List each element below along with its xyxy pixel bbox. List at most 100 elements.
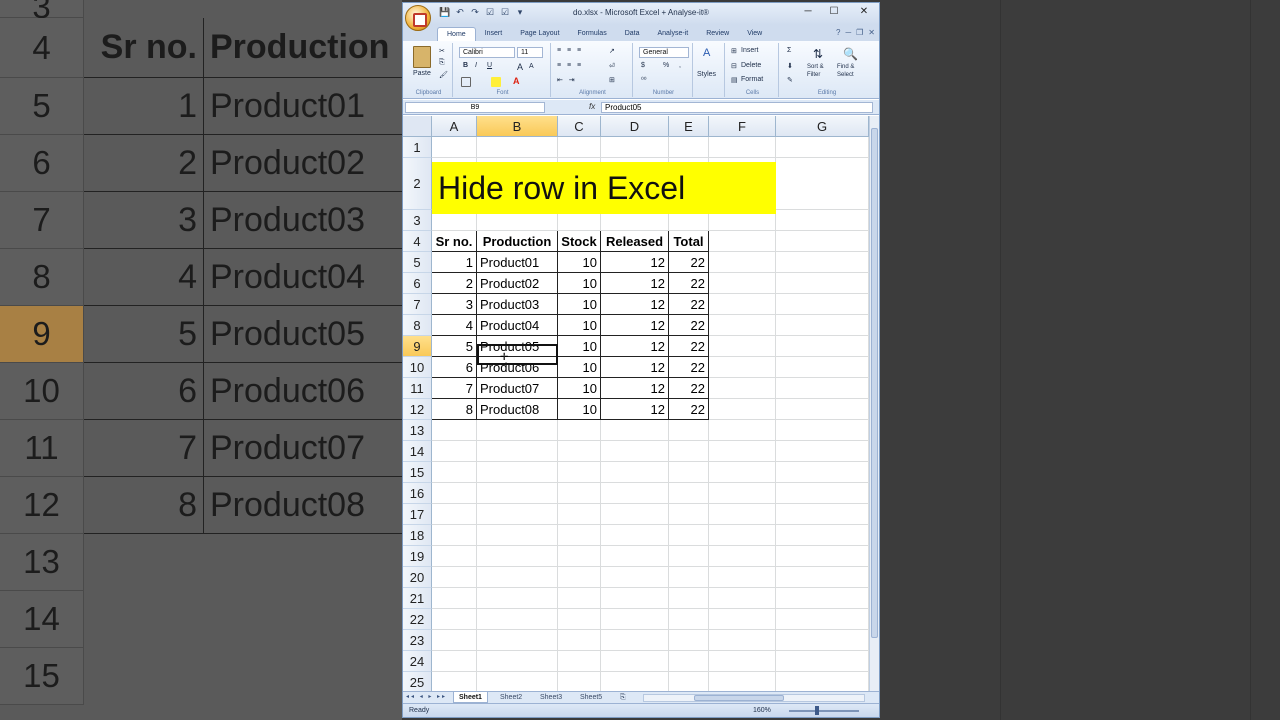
row-header-7[interactable]: 7 <box>403 294 432 315</box>
row-header-12[interactable]: 12 <box>403 399 432 420</box>
row-header-13[interactable]: 13 <box>403 420 432 441</box>
row-header-25[interactable]: 25 <box>403 672 432 691</box>
minimize-icon[interactable]: ─ <box>845 28 851 37</box>
delete-cells-icon[interactable]: ⊟ <box>731 62 737 70</box>
indent-icon[interactable]: ⇤ ⇥ <box>557 76 577 84</box>
table-cell[interactable]: 1 <box>432 252 477 273</box>
checkbox-icon[interactable]: ☑ <box>484 6 496 18</box>
table-cell[interactable]: 3 <box>432 294 477 315</box>
copy-icon[interactable]: ⎘ <box>439 59 445 67</box>
table-cell[interactable]: 12 <box>601 315 669 336</box>
styles-button[interactable]: Styles <box>697 71 716 78</box>
table-cell[interactable]: 10 <box>558 357 601 378</box>
row-header-17[interactable]: 17 <box>403 504 432 525</box>
column-header-d[interactable]: D <box>601 116 669 137</box>
find-select-icon[interactable]: 🔍 <box>843 47 858 61</box>
table-cell[interactable]: Product02 <box>477 273 558 294</box>
table-cell[interactable]: 12 <box>601 252 669 273</box>
save-icon[interactable]: 💾 <box>439 6 451 18</box>
insert-function-button[interactable]: fx <box>589 102 595 111</box>
table-cell[interactable]: 10 <box>558 399 601 420</box>
row-header-23[interactable]: 23 <box>403 630 432 651</box>
clear-icon[interactable]: ✎ <box>787 76 793 84</box>
table-cell[interactable]: Product07 <box>477 378 558 399</box>
table-cell[interactable]: Product03 <box>477 294 558 315</box>
paste-button[interactable]: Paste <box>413 70 431 77</box>
grow-font-button[interactable]: A <box>517 62 523 72</box>
column-header-a[interactable]: A <box>432 116 477 137</box>
find-select-button[interactable]: Find & <box>837 64 854 70</box>
tab-view[interactable]: View <box>738 27 771 41</box>
table-cell[interactable]: 12 <box>601 399 669 420</box>
table-cell[interactable]: 6 <box>432 357 477 378</box>
sort-filter-button[interactable]: Sort & <box>807 64 824 70</box>
row-header-6[interactable]: 6 <box>403 273 432 294</box>
table-cell[interactable]: Product08 <box>477 399 558 420</box>
table-cell[interactable]: 12 <box>601 273 669 294</box>
number-format-box[interactable]: General <box>639 47 689 58</box>
table-cell[interactable]: 22 <box>669 378 709 399</box>
tab-home[interactable]: Home <box>437 27 476 41</box>
table-cell[interactable]: 22 <box>669 336 709 357</box>
currency-button[interactable]: $ <box>641 62 645 69</box>
customize-qat-icon[interactable]: ▾ <box>514 6 526 18</box>
autosum-button[interactable]: Σ <box>787 47 791 54</box>
row-header-11[interactable]: 11 <box>403 378 432 399</box>
sheet-tab-sheet1[interactable]: Sheet1 <box>453 692 488 703</box>
zoom-level[interactable]: 160% <box>753 707 771 714</box>
maximize-button[interactable]: ☐ <box>827 6 841 17</box>
table-cell[interactable]: 22 <box>669 357 709 378</box>
row-header-1[interactable]: 1 <box>403 137 432 158</box>
table-cell[interactable]: 2 <box>432 273 477 294</box>
help-icon[interactable]: ? <box>836 28 840 37</box>
worksheet-grid[interactable]: ABCDEFG 1 2 3 4 5 6 7 8 9 10 11 12 13 14 15 16 17 18 19 20 2… <box>403 116 869 691</box>
table-cell[interactable]: 22 <box>669 294 709 315</box>
delete-cells-button[interactable]: Delete <box>741 62 761 69</box>
column-header-e[interactable]: E <box>669 116 709 137</box>
table-cell[interactable]: 10 <box>558 252 601 273</box>
decimal-icon[interactable]: ⁰⁰ <box>641 76 647 84</box>
row-header-15[interactable]: 15 <box>403 462 432 483</box>
format-cells-icon[interactable]: ▤ <box>731 76 738 84</box>
cut-icon[interactable]: ✂ <box>439 47 445 55</box>
bold-button[interactable]: B <box>463 62 468 69</box>
column-header-g[interactable]: G <box>776 116 869 137</box>
wrap-text-icon[interactable]: ⏎ <box>609 62 615 70</box>
title-cell[interactable]: Hide row in Excel <box>432 162 776 214</box>
insert-cells-icon[interactable]: ⊞ <box>731 47 737 55</box>
font-color-icon[interactable]: A <box>513 76 520 86</box>
row-header-4[interactable]: 4 <box>403 231 432 252</box>
table-cell[interactable]: 10 <box>558 336 601 357</box>
sheet-tab-sheet2[interactable]: Sheet2 <box>495 692 527 703</box>
column-header-c[interactable]: C <box>558 116 601 137</box>
column-header-f[interactable]: F <box>709 116 776 137</box>
table-cell[interactable]: 8 <box>432 399 477 420</box>
tab-analyse-it[interactable]: Analyse-it <box>649 27 698 41</box>
insert-sheet-icon[interactable]: ⎘ <box>615 692 631 703</box>
styles-icon[interactable]: A <box>703 47 710 59</box>
italic-button[interactable]: I <box>475 62 477 69</box>
insert-cells-button[interactable]: Insert <box>741 47 759 54</box>
row-header-22[interactable]: 22 <box>403 609 432 630</box>
close-button[interactable]: ✕ <box>857 6 871 17</box>
fill-icon[interactable]: ⬇ <box>787 62 793 70</box>
select-all-corner[interactable] <box>403 116 432 137</box>
table-header-cell[interactable]: Total <box>669 231 709 252</box>
format-painter-icon[interactable]: 🖌 <box>439 71 448 79</box>
column-header-b[interactable]: B <box>477 116 558 137</box>
font-name-box[interactable]: Calibri <box>459 47 515 58</box>
minimize-button[interactable]: ─ <box>801 6 815 17</box>
row-header-20[interactable]: 20 <box>403 567 432 588</box>
table-cell[interactable]: Product01 <box>477 252 558 273</box>
checkbox-icon[interactable]: ☑ <box>499 6 511 18</box>
close-icon[interactable]: ✕ <box>868 28 875 37</box>
row-header-18[interactable]: 18 <box>403 525 432 546</box>
fill-color-icon[interactable] <box>491 77 501 87</box>
zoom-slider[interactable] <box>789 710 859 712</box>
font-size-box[interactable]: 11 <box>517 47 543 58</box>
table-cell[interactable]: 12 <box>601 357 669 378</box>
format-cells-button[interactable]: Format <box>741 76 763 83</box>
shrink-font-button[interactable]: A <box>529 63 534 70</box>
table-cell[interactable]: 12 <box>601 378 669 399</box>
comma-icon[interactable]: , <box>679 62 681 69</box>
